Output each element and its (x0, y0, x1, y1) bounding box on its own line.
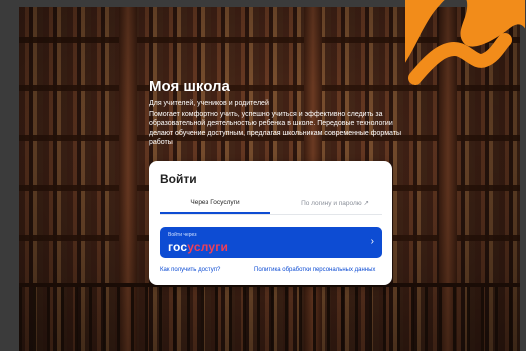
gosuslugi-button-caption: Войти через (168, 232, 197, 238)
chevron-right-icon: › (370, 236, 374, 247)
monitor-frame: Моя школа Для учителей, учеников и родит… (0, 0, 526, 351)
login-card-title: Войти (160, 172, 197, 186)
orange-brand-shape-icon (405, 0, 525, 85)
page-description: Помогает комфортно учить, успешно учитьс… (149, 111, 402, 146)
gosuslugi-logo-part2: услуги (187, 240, 229, 254)
privacy-policy-link[interactable]: Политика обработки персональных данных (254, 267, 375, 273)
page-subtitle: Для учителей, учеников и родителей (149, 100, 269, 107)
tab-gosuslugi[interactable]: Через Госуслуги (160, 199, 270, 206)
how-to-get-access-link[interactable]: Как получить доступ? (160, 267, 220, 273)
gosuslugi-login-button[interactable]: Войти через госуслуги › (160, 227, 382, 258)
login-card: Войти Через Госуслуги По логину и паролю… (149, 161, 392, 285)
tab-login-password[interactable]: По логину и паролю ↗ (280, 199, 390, 207)
gosuslugi-logo: госуслуги (168, 240, 228, 254)
background-railing (19, 283, 520, 351)
gosuslugi-logo-part1: гос (168, 240, 188, 254)
page-title: Моя школа (149, 78, 230, 95)
tab-divider (160, 214, 382, 215)
active-tab-indicator (160, 212, 270, 214)
